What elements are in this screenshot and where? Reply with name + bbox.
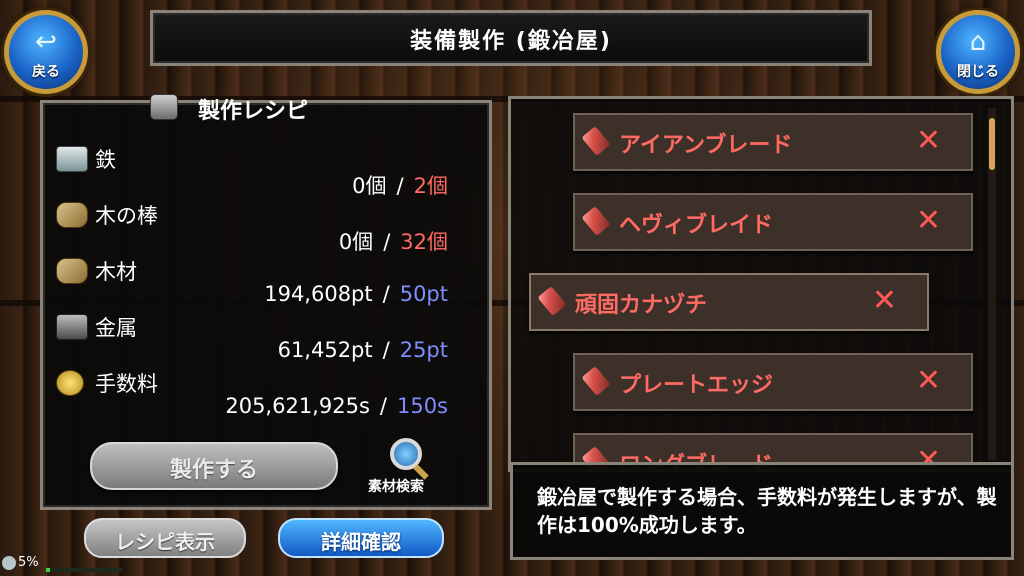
close-label: 閉じる [957,64,999,80]
material-need: 50pt [399,282,448,306]
quantity-separator: / [382,338,390,362]
equipment-list-panel: アイアンブレード ✕ ヘヴィブレイド ✕ 頑固カナヅチ ✕ プレートエッジ ✕ … [508,96,1014,472]
title-bar: 装備製作 (鍛冶屋) [150,10,872,66]
page-title: 装備製作 (鍛冶屋) [410,29,612,54]
recipe-view-button[interactable]: レシピ表示 [84,518,246,558]
message-text: 鍛冶屋で製作する場合、手数料が発生しますが、製作は100%成功します。 [537,485,997,537]
material-name: 木の棒 [95,204,158,228]
material-need: 150s [396,394,448,418]
material-name: 鉄 [95,148,116,172]
quantity-separator: / [396,174,404,198]
recipe-header-label: 製作レシピ [198,99,309,124]
equipment-name: アイアンブレード [619,133,793,158]
material-have: 205,621,925s [225,394,370,418]
message-box: 鍛冶屋で製作する場合、手数料が発生しますが、製作は100%成功します。 [510,462,1014,560]
quantity-separator: / [382,282,390,306]
iron-ingot-icon [56,146,88,172]
unavailable-mark: ✕ [871,283,897,318]
material-need: 25pt [399,338,448,362]
material-name: 金属 [95,316,137,340]
material-search-button[interactable]: 素材検索 [368,438,458,498]
detail-check-label: 詳細確認 [321,530,401,554]
material-quantity: 194,608pt / 50pt [264,282,448,306]
metal-icon [56,314,88,340]
sword-icon [581,206,611,236]
material-name: 木材 [95,260,137,284]
close-button[interactable]: ⌂ 閉じる [936,10,1020,94]
lumber-icon [56,258,88,284]
home-icon: ⌂ [969,27,987,57]
craft-button[interactable]: 製作する [90,442,338,490]
status-percent: 5% [18,555,39,570]
status-progress-bar [46,568,122,572]
wood-stick-icon [56,202,88,228]
equipment-name: プレートエッジ [619,373,774,398]
quantity-separator: / [383,230,391,254]
material-name: 手数料 [95,372,158,396]
equipment-item[interactable]: ヘヴィブレイド ✕ [573,193,973,251]
gauge-icon [2,555,16,570]
material-quantity: 61,452pt / 25pt [278,338,448,362]
unavailable-mark: ✕ [915,123,941,158]
status-indicator: 5% [2,555,39,570]
back-label: 戻る [32,64,60,80]
material-quantity: 0個 / 2個 [352,170,448,200]
craft-button-label: 製作する [169,458,258,483]
hammer-icon [537,286,567,316]
list-scroll-thumb[interactable] [989,118,995,170]
quantity-separator: / [379,394,387,418]
material-have: 0個 [338,230,374,254]
recipe-view-label: レシピ表示 [115,530,215,554]
equipment-item[interactable]: アイアンブレード ✕ [573,113,973,171]
unavailable-mark: ✕ [915,363,941,398]
return-arrow-icon: ↩ [35,27,57,57]
sword-icon [581,366,611,396]
recipe-scroll-icon [150,94,178,120]
equipment-name: ヘヴィブレイド [619,213,774,238]
material-have: 0個 [352,174,387,198]
material-have: 61,452pt [277,338,373,362]
equipment-item[interactable]: プレートエッジ ✕ [573,353,973,411]
coin-icon [56,370,84,396]
material-quantity: 205,621,925s / 150s [225,394,448,418]
back-button[interactable]: ↩ 戻る [4,10,88,94]
sword-icon [581,126,611,156]
material-search-label: 素材検索 [368,479,424,495]
material-need: 32個 [400,230,448,254]
material-have: 194,608pt [264,282,373,306]
status-progress-fill [46,568,50,572]
equipment-name: 頑固カナヅチ [575,293,708,318]
equipment-item-selected[interactable]: 頑固カナヅチ ✕ [529,273,929,331]
unavailable-mark: ✕ [915,203,941,238]
detail-check-button[interactable]: 詳細確認 [278,518,444,558]
recipe-header: 製作レシピ [150,92,330,124]
material-quantity: 0個 / 32個 [339,226,448,256]
material-need: 2個 [413,174,448,198]
